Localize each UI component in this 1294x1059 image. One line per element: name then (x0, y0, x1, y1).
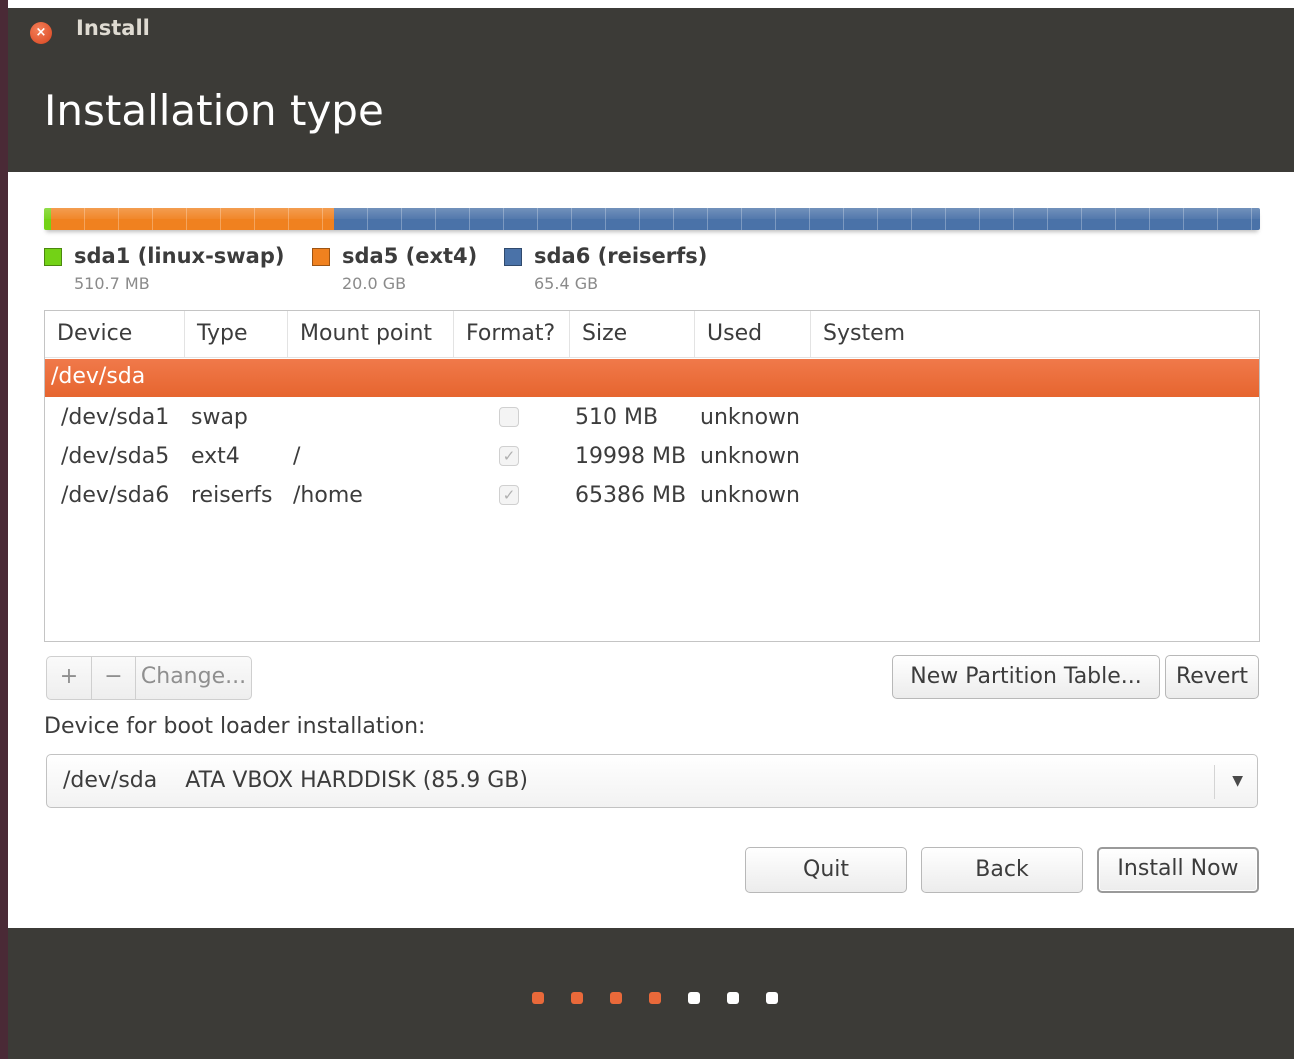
table-row[interactable]: /dev/sda5 ext4 / ✓ 19998 MB unknown (45, 438, 1259, 476)
boot-loader-value: /dev/sda ATA VBOX HARDDISK (85.9 GB) (63, 768, 528, 793)
add-partition-button[interactable]: + (47, 657, 91, 699)
revert-button[interactable]: Revert (1165, 655, 1259, 699)
chevron-down-icon[interactable]: ▼ (1232, 773, 1243, 789)
column-header-format[interactable]: Format? (454, 311, 570, 357)
cell-type: ext4 (191, 444, 240, 469)
progress-dot (727, 992, 739, 1004)
table-row[interactable]: /dev/sda1 swap 510 MB unknown (45, 399, 1259, 437)
cell-mount: /home (293, 483, 363, 508)
footer (8, 928, 1294, 1059)
cell-used: unknown (700, 444, 800, 469)
boot-loader-select[interactable]: /dev/sda ATA VBOX HARDDISK (85.9 GB) ▼ (46, 754, 1258, 808)
column-header-type[interactable]: Type (185, 311, 288, 357)
disk-device-name: /dev/sda (51, 364, 146, 389)
page-header: Installation type (8, 54, 1294, 172)
cell-device: /dev/sda1 (61, 405, 170, 430)
back-button[interactable]: Back (921, 847, 1083, 893)
legend-name: sda6 (reiserfs) (534, 244, 708, 268)
install-now-button[interactable]: Install Now (1097, 847, 1259, 893)
partition-bar-segment-sda5 (51, 208, 335, 230)
reiserfs-color-swatch (504, 248, 522, 266)
swap-color-swatch (44, 248, 62, 266)
page-title: Installation type (44, 86, 384, 135)
remove-partition-button[interactable]: − (91, 657, 135, 699)
cell-device: /dev/sda6 (61, 483, 170, 508)
change-partition-button[interactable]: Change... (135, 657, 251, 699)
column-header-device[interactable]: Device (45, 311, 185, 357)
column-header-system[interactable]: System (811, 311, 1259, 357)
cell-size: 510 MB (575, 405, 659, 430)
column-header-used[interactable]: Used (695, 311, 811, 357)
progress-dot (532, 992, 544, 1004)
partition-tools: + − Change... (46, 656, 252, 700)
format-checkbox[interactable] (499, 407, 519, 427)
select-separator (1214, 765, 1215, 799)
legend-size: 20.0 GB (342, 274, 407, 293)
main-content: sda1 (linux-swap) 510.7 MB sda5 (ext4) 2… (8, 172, 1294, 928)
partition-bar-segment-sda1 (44, 208, 52, 230)
partition-bar-segment-sda6 (334, 208, 1260, 230)
quit-button[interactable]: Quit (745, 847, 907, 893)
legend-size: 510.7 MB (74, 274, 150, 293)
legend-name: sda1 (linux-swap) (74, 244, 285, 268)
legend-size: 65.4 GB (534, 274, 599, 293)
ext4-color-swatch (312, 248, 330, 266)
progress-dot (571, 992, 583, 1004)
table-row-disk[interactable]: /dev/sda (45, 359, 1259, 397)
format-checkbox[interactable]: ✓ (499, 485, 519, 505)
cell-size: 65386 MB (575, 483, 687, 508)
cell-used: unknown (700, 483, 800, 508)
format-checkbox[interactable]: ✓ (499, 446, 519, 466)
partition-table: Device Type Mount point Format? Size Use… (44, 310, 1260, 642)
progress-dot (610, 992, 622, 1004)
cell-type: reiserfs (191, 483, 273, 508)
title-bar: × Install (8, 8, 1294, 54)
cell-size: 19998 MB (575, 444, 687, 469)
legend-name: sda5 (ext4) (342, 244, 478, 268)
new-partition-table-button[interactable]: New Partition Table... (892, 655, 1160, 699)
partition-bar (44, 208, 1260, 230)
table-row[interactable]: /dev/sda6 reiserfs /home ✓ 65386 MB unkn… (45, 477, 1259, 515)
close-icon[interactable]: × (30, 22, 52, 44)
column-header-size[interactable]: Size (570, 311, 695, 357)
cell-used: unknown (700, 405, 800, 430)
progress-dot (649, 992, 661, 1004)
window-title: Install (76, 16, 150, 40)
window-edge (0, 0, 8, 1059)
cell-type: swap (191, 405, 248, 430)
progress-dot (766, 992, 778, 1004)
progress-dot (688, 992, 700, 1004)
cell-device: /dev/sda5 (61, 444, 170, 469)
cell-mount: / (293, 444, 301, 469)
table-header: Device Type Mount point Format? Size Use… (45, 311, 1259, 358)
boot-loader-label: Device for boot loader installation: (44, 714, 426, 739)
column-header-mount-point[interactable]: Mount point (288, 311, 454, 357)
